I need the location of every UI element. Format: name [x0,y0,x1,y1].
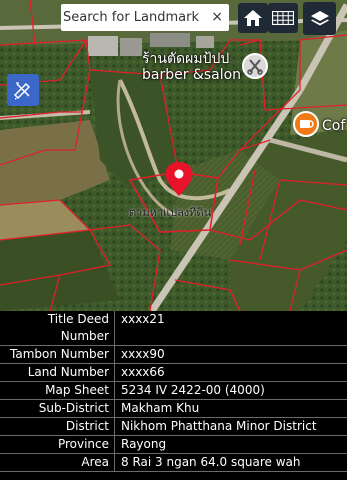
app-root: ร้านตัดผมป้ปป barber &salon Cof ตามหาแปล… [0,0,347,480]
row-label: Province [0,435,115,454]
coffee-icon[interactable] [293,111,319,137]
row-value: xxxx90 [114,345,347,364]
layers-icon [310,10,329,25]
info-row-sub-district: Sub-District Makham Khu [0,399,347,418]
search-box: × [61,4,229,31]
poi-label-thai: ร้านตัดผมป้ปป [142,51,230,67]
row-value: Rayong [114,435,347,454]
search-input[interactable] [63,6,203,28]
info-row-map-sheet: Map Sheet 5234 IV 2422-00 (4000) [0,381,347,400]
barber-icon[interactable] [242,53,268,79]
measure-button[interactable] [7,74,39,106]
row-label: Land Number [0,363,115,382]
info-row-province: Province Rayong [0,435,347,454]
poi-label-barber: barber &salon [142,67,242,83]
row-label: District [0,417,115,436]
grid-icon [272,11,294,25]
clear-search-icon[interactable]: × [211,7,223,27]
map-view[interactable]: ร้านตัดผมป้ปป barber &salon Cof ตามหาแปล… [0,0,347,311]
home-button[interactable] [238,3,268,33]
grid-button[interactable] [268,3,298,33]
satellite-map[interactable] [0,0,347,311]
row-label: Sub-District [0,399,115,418]
row-label: Title Deed Number [0,311,115,346]
parcel-label: ตามหาแปลงที่ดิน [129,206,212,219]
measure-icon [13,82,31,100]
info-row-district: District Nikhom Phatthana Minor District [0,417,347,436]
info-row-area: Area 8 Rai 3 ngan 64.0 square wah [0,453,347,472]
parcel-info-panel: Title Deed Number xxxx21 Tambon Number x… [0,311,347,480]
parcel-info-table: Title Deed Number xxxx21 Tambon Number x… [0,311,347,472]
row-label: Map Sheet [0,381,115,400]
home-icon [244,10,262,26]
info-row-title-deed: Title Deed Number xxxx21 [0,311,347,346]
row-value: Makham Khu [114,399,347,418]
row-value: xxxx21 [114,311,347,346]
row-label: Tambon Number [0,345,115,364]
row-label: Area [0,453,115,472]
row-value: 5234 IV 2422-00 (4000) [114,381,347,400]
row-value: 8 Rai 3 ngan 64.0 square wah [114,453,347,472]
row-value: Nikhom Phatthana Minor District [114,417,347,436]
row-value: xxxx66 [114,363,347,382]
info-row-land-number: Land Number xxxx66 [0,363,347,382]
layers-button[interactable] [303,2,336,35]
poi-label-coffee: Cof [322,118,346,134]
info-row-tambon: Tambon Number xxxx90 [0,345,347,364]
